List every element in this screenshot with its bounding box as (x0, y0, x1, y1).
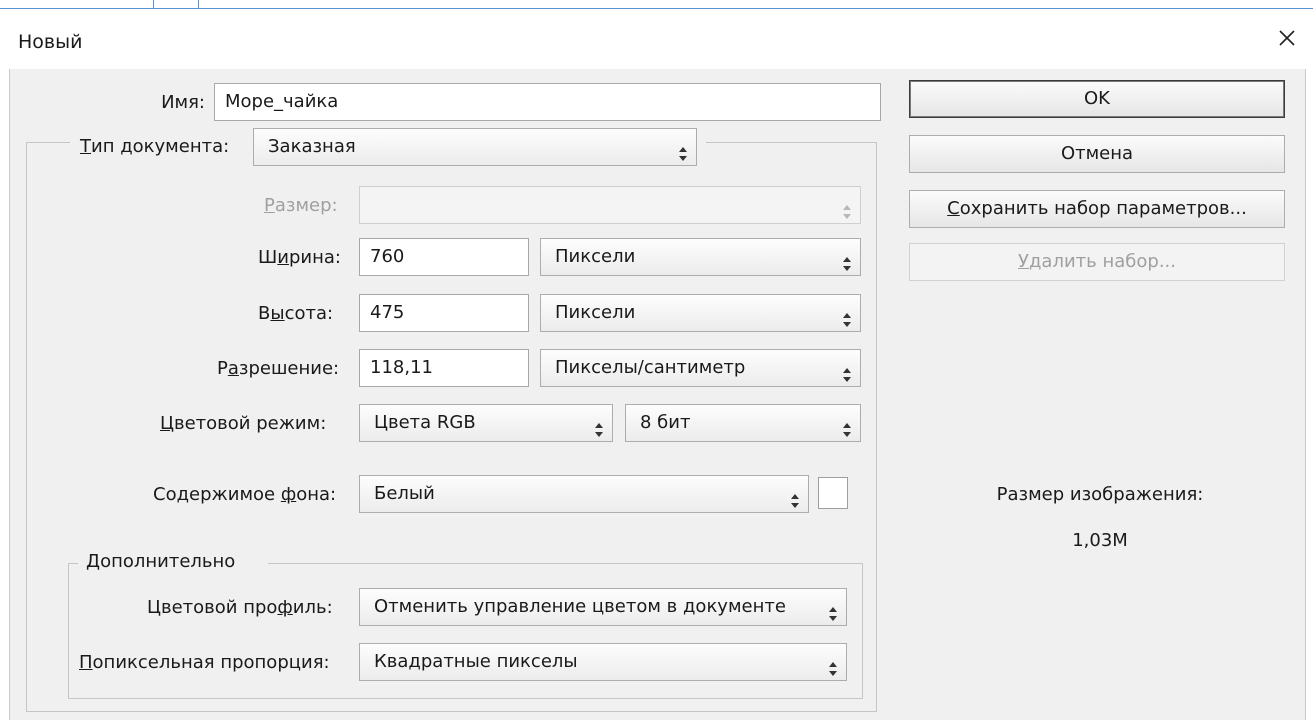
spinner-arrows-icon (842, 197, 852, 219)
spinner-arrows-icon (828, 654, 838, 676)
background-color-swatch[interactable] (818, 477, 848, 509)
height-unit-select[interactable]: Пиксели (540, 294, 861, 332)
size-label: Размер: (264, 195, 338, 216)
spinner-arrows-icon (842, 249, 852, 271)
name-label: Имя: (161, 92, 205, 113)
doc-type-value: Заказная (268, 136, 356, 157)
advanced-title: Дополнительно (86, 551, 236, 572)
color-mode-value: Цвета RGB (374, 412, 476, 433)
spinner-arrows-icon (842, 360, 852, 382)
spinner-arrows-icon (678, 139, 688, 161)
height-unit-value: Пиксели (555, 302, 636, 323)
ok-button[interactable]: OK (909, 80, 1285, 118)
color-profile-value: Отменить управление цветом в документе (374, 596, 786, 617)
spinner-arrows-icon (842, 415, 852, 437)
resolution-unit-select[interactable]: Пикселы/сантиметр (540, 349, 861, 387)
size-select (359, 186, 861, 224)
width-input[interactable]: 760 (359, 238, 529, 276)
width-unit-value: Пиксели (555, 246, 636, 267)
spinner-arrows-icon (842, 305, 852, 327)
window-title: Новый (18, 31, 83, 53)
spinner-arrows-icon (594, 415, 604, 437)
color-profile-select[interactable]: Отменить управление цветом в документе (359, 588, 847, 626)
resolution-label: Разрешение: (217, 358, 340, 379)
color-mode-label: Цветовой режим: (160, 413, 327, 434)
close-icon[interactable] (1271, 22, 1303, 54)
name-input[interactable]: Море_чайка (214, 83, 881, 121)
taskbar-tab-notch (153, 0, 199, 8)
pixel-aspect-value: Квадратные пикселы (374, 651, 578, 672)
doc-type-select[interactable]: Заказная (253, 128, 697, 166)
height-input[interactable]: 475 (359, 294, 529, 332)
color-profile-label: Цветовой профиль: (147, 597, 333, 618)
title-bar: Новый (0, 9, 1313, 69)
pixel-aspect-select[interactable]: Квадратные пикселы (359, 643, 847, 681)
background-label: Содержимое фона: (153, 484, 337, 505)
spinner-arrows-icon (790, 486, 800, 508)
bit-depth-value: 8 бит (640, 412, 691, 433)
background-select[interactable]: Белый (359, 475, 809, 513)
image-size-value: 1,03M (1072, 530, 1128, 551)
delete-preset-button: Удалить набор... (909, 243, 1285, 281)
doc-type-label: Тип документа: (80, 136, 230, 157)
spinner-arrows-icon (828, 599, 838, 621)
image-size-label: Размер изображения: (996, 484, 1204, 505)
color-mode-select[interactable]: Цвета RGB (359, 404, 613, 442)
resolution-input[interactable]: 118,11 (359, 349, 529, 387)
width-label: Ширина: (258, 247, 341, 268)
pixel-aspect-label: Попиксельная пропорция: (79, 652, 330, 673)
resolution-unit-value: Пикселы/сантиметр (555, 357, 746, 378)
cancel-button[interactable]: Отмена (909, 135, 1285, 173)
width-unit-select[interactable]: Пиксели (540, 238, 861, 276)
save-preset-button[interactable]: Сохранить набор параметров... (909, 190, 1285, 228)
background-value: Белый (374, 483, 435, 504)
height-label: Высота: (258, 303, 334, 324)
bit-depth-select[interactable]: 8 бит (625, 404, 861, 442)
dialog-body: Имя: Море_чайка Тип документа: Заказная … (9, 69, 1306, 720)
